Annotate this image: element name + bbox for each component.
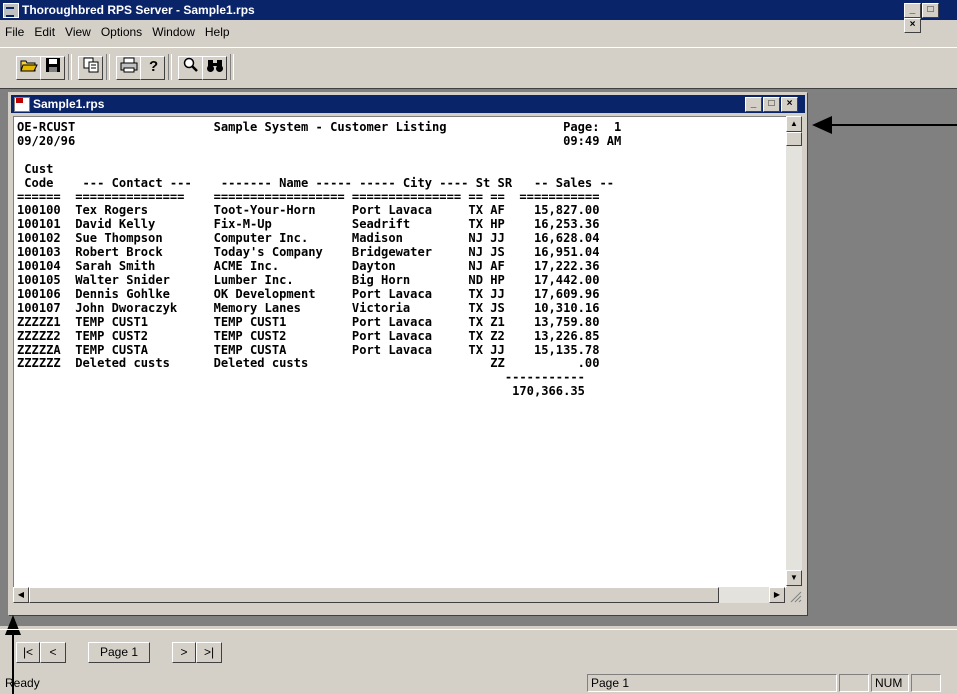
menu-window[interactable]: Window bbox=[147, 22, 200, 39]
report-view[interactable]: OE-RCUST Sample System - Customer Listin… bbox=[13, 116, 787, 588]
status-bar: Ready Page 1 NUM bbox=[0, 672, 957, 694]
toolbar: ? bbox=[0, 47, 957, 87]
page-indicator-tab[interactable]: Page 1 bbox=[88, 642, 150, 663]
column-header-line: Code --- Contact --- ------- Name ----- … bbox=[17, 175, 615, 190]
report-line: 100103 Robert Brock Today's Company Brid… bbox=[17, 245, 786, 260]
table-row: 100107 John Dworaczyk Memory Lanes Victo… bbox=[17, 300, 600, 315]
open-folder-icon[interactable] bbox=[16, 56, 41, 80]
app-icon[interactable] bbox=[3, 3, 19, 18]
app-title: Thoroughbred RPS Server - Sample1.rps bbox=[22, 3, 255, 17]
report-line: ZZZZZA TEMP CUSTA TEMP CUSTA Port Lavaca… bbox=[17, 342, 786, 358]
report-date: 09/20/96 bbox=[17, 133, 564, 148]
maximize-button[interactable]: □ bbox=[922, 3, 939, 18]
status-ready: Ready bbox=[5, 676, 40, 690]
save-disk-icon[interactable] bbox=[40, 56, 65, 80]
scroll-down-button[interactable]: ▼ bbox=[786, 570, 802, 586]
menu-file[interactable]: File bbox=[0, 22, 29, 39]
report-line: Code --- Contact --- ------- Name ----- … bbox=[17, 175, 786, 191]
column-header-cust: Cust bbox=[17, 161, 54, 176]
report-line: ZZZZZZ Deleted custs Deleted custs ZZ .0… bbox=[17, 356, 786, 371]
annotation-arrow-right bbox=[830, 124, 957, 126]
report-caption-buttons: _ □ × bbox=[745, 97, 799, 112]
report-line: 100107 John Dworaczyk Memory Lanes Victo… bbox=[17, 300, 786, 316]
status-page: Page 1 bbox=[587, 674, 837, 692]
header-rule: ====== =============== =================… bbox=[17, 189, 600, 204]
first-page-button[interactable]: |< bbox=[16, 642, 40, 663]
minimize-button[interactable]: _ bbox=[904, 3, 921, 18]
report-total: 170,366.35 bbox=[17, 384, 585, 399]
report-line: 170,366.35 bbox=[17, 384, 786, 399]
report-document-icon[interactable] bbox=[14, 97, 30, 112]
table-row: 100106 Dennis Gohlke OK Development Port… bbox=[17, 286, 600, 301]
scroll-thumb-vertical[interactable] bbox=[786, 132, 802, 146]
scroll-left-button[interactable]: ◀ bbox=[13, 587, 29, 603]
last-page-button[interactable]: >| bbox=[196, 642, 222, 663]
report-line: OE-RCUST Sample System - Customer Listin… bbox=[17, 120, 786, 135]
page-navigation-bar: |< < Page 1 > >| bbox=[0, 629, 957, 669]
report-line: ZZZZZ2 TEMP CUST2 TEMP CUST2 Port Lavaca… bbox=[17, 328, 786, 344]
copy-icon[interactable] bbox=[78, 56, 103, 80]
table-row: 100103 Robert Brock Today's Company Brid… bbox=[17, 245, 600, 260]
scroll-thumb-horizontal[interactable] bbox=[29, 587, 719, 603]
table-row: ZZZZZA TEMP CUSTA TEMP CUSTA Port Lavaca… bbox=[17, 342, 600, 357]
report-maximize-button[interactable]: □ bbox=[763, 97, 780, 112]
menu-view[interactable]: View bbox=[60, 22, 96, 39]
scroll-right-button[interactable]: ▶ bbox=[769, 587, 785, 603]
status-scroll bbox=[911, 674, 941, 692]
total-rule: ----------- bbox=[17, 370, 585, 385]
report-line: ====== =============== =================… bbox=[17, 189, 786, 205]
report-line: 100104 Sarah Smith ACME Inc. Dayton NJ A… bbox=[17, 259, 786, 274]
menu-bar: File Edit View Options Window Help bbox=[0, 22, 957, 42]
menu-options[interactable]: Options bbox=[96, 22, 147, 39]
menu-edit[interactable]: Edit bbox=[29, 22, 60, 39]
table-row: 100104 Sarah Smith ACME Inc. Dayton NJ A… bbox=[17, 259, 600, 274]
report-window-title-bar[interactable]: Sample1.rps _ □ × bbox=[11, 95, 805, 113]
find-binoculars-icon[interactable] bbox=[202, 56, 227, 80]
report-line bbox=[17, 149, 786, 163]
report-line: Cust bbox=[17, 161, 786, 177]
next-page-button[interactable]: > bbox=[172, 642, 196, 663]
previous-page-button[interactable]: < bbox=[40, 642, 66, 663]
annotation-arrowhead-right bbox=[812, 116, 832, 134]
zoom-icon[interactable] bbox=[178, 56, 203, 80]
report-line: 100100 Tex Rogers Toot-Your-Horn Port La… bbox=[17, 203, 786, 218]
table-row: ZZZZZ1 TEMP CUST1 TEMP CUST1 Port Lavaca… bbox=[17, 314, 600, 329]
resize-grip[interactable] bbox=[786, 587, 802, 603]
report-line: 100105 Walter Snider Lumber Inc. Big Hor… bbox=[17, 272, 786, 288]
status-num: NUM bbox=[871, 674, 909, 692]
report-line: 09/20/96 09:49 AM bbox=[17, 133, 786, 149]
scroll-up-button[interactable]: ▲ bbox=[786, 116, 802, 132]
report-time: 09:49 AM bbox=[563, 133, 622, 148]
report-title: Sample System - Customer Listing bbox=[213, 120, 564, 134]
report-window-title: Sample1.rps bbox=[33, 97, 105, 111]
report-line: 100101 David Kelly Fix-M-Up Seadrift TX … bbox=[17, 217, 786, 232]
table-row: 100102 Sue Thompson Computer Inc. Madiso… bbox=[17, 231, 600, 246]
report-text: OE-RCUST Sample System - Customer Listin… bbox=[14, 117, 786, 399]
report-close-button[interactable]: × bbox=[781, 97, 798, 112]
report-line: 100102 Sue Thompson Computer Inc. Madiso… bbox=[17, 231, 786, 246]
print-icon[interactable] bbox=[116, 56, 141, 80]
help-icon[interactable]: ? bbox=[140, 56, 165, 80]
table-row: ZZZZZZ Deleted custs Deleted custs ZZ .0… bbox=[17, 356, 600, 371]
table-row: 100100 Tex Rogers Toot-Your-Horn Port La… bbox=[17, 203, 600, 218]
status-caps bbox=[839, 674, 869, 692]
table-row: 100105 Walter Snider Lumber Inc. Big Hor… bbox=[17, 272, 600, 287]
vertical-scrollbar[interactable]: ▲ ▼ bbox=[786, 116, 802, 586]
report-window: Sample1.rps _ □ × OE-RCUST Sample System -… bbox=[8, 92, 808, 616]
report-program-id: OE-RCUST bbox=[17, 120, 214, 134]
app-title-bar[interactable]: Thoroughbred RPS Server - Sample1.rps _ □… bbox=[0, 0, 957, 33]
report-line: 100106 Dennis Gohlke OK Development Port… bbox=[17, 286, 786, 302]
report-minimize-button[interactable]: _ bbox=[745, 97, 762, 112]
report-line: ZZZZZ1 TEMP CUST1 TEMP CUST1 Port Lavaca… bbox=[17, 314, 786, 330]
menu-help[interactable]: Help bbox=[200, 22, 235, 39]
table-row: 100101 David Kelly Fix-M-Up Seadrift TX … bbox=[17, 217, 600, 232]
report-line: ----------- bbox=[17, 370, 786, 385]
report-page: Page: 1 bbox=[563, 120, 622, 134]
svg-text:?: ? bbox=[149, 58, 158, 73]
table-row: ZZZZZ2 TEMP CUST2 TEMP CUST2 Port Lavaca… bbox=[17, 328, 600, 343]
horizontal-scrollbar[interactable]: ◀ ▶ bbox=[13, 587, 785, 603]
app-caption-buttons: _ □× bbox=[904, 3, 957, 33]
